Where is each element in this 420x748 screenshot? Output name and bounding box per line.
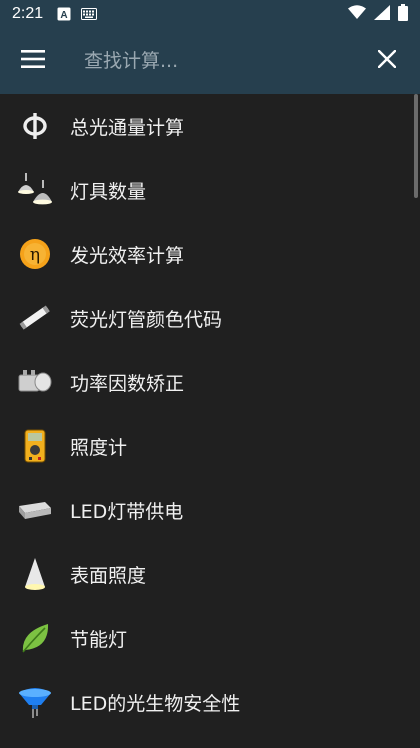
list-item-label: 发光效率计算 xyxy=(70,244,185,267)
status-bar: 2:21 A xyxy=(0,0,420,28)
close-icon xyxy=(377,49,397,72)
a-box-icon: A xyxy=(57,7,71,21)
list-item-label: LED的光生物安全性 xyxy=(70,692,241,715)
list-item-label: 总光通量计算 xyxy=(70,116,185,139)
phi-icon xyxy=(16,107,54,145)
list-item[interactable]: 功率因数矫正 xyxy=(0,350,420,414)
keyboard-icon xyxy=(81,8,98,20)
calculator-list: 总光通量计算 灯具数量 η 发光效率计算 荧光灯管颜色代码 功率因数矫正 照度计 xyxy=(0,94,420,748)
battery-icon xyxy=(398,3,408,25)
list-item[interactable]: 照度计 xyxy=(0,414,420,478)
light-cone-icon xyxy=(16,555,54,593)
list-item[interactable]: 总光通量计算 xyxy=(0,94,420,158)
list-item[interactable]: 荧光灯管颜色代码 xyxy=(0,286,420,350)
list-item-label: LED灯带供电 xyxy=(70,500,184,523)
list-item[interactable]: LED的光生物安全性 xyxy=(0,670,420,734)
lamp-icon xyxy=(16,171,54,209)
power-supply-icon xyxy=(16,491,54,529)
fluorescent-tube-icon xyxy=(16,299,54,337)
svg-text:A: A xyxy=(61,10,68,21)
lux-meter-icon xyxy=(16,427,54,465)
list-item-label: 照度计 xyxy=(70,436,128,459)
search-input[interactable] xyxy=(84,41,354,81)
list-item[interactable]: LED灯带供电 xyxy=(0,478,420,542)
search-toolbar xyxy=(0,28,420,94)
list-item[interactable]: 表面照度 xyxy=(0,542,420,606)
list-item-label: 灯具数量 xyxy=(70,180,147,203)
wifi-icon xyxy=(348,5,366,23)
efficiency-icon: η xyxy=(16,235,54,273)
list-item[interactable]: 节能灯 xyxy=(0,606,420,670)
status-time: 2:21 xyxy=(12,5,44,22)
list-item[interactable]: η 发光效率计算 xyxy=(0,222,420,286)
svg-text:η: η xyxy=(30,245,40,265)
list-item-label: 荧光灯管颜色代码 xyxy=(70,308,223,331)
leaf-icon xyxy=(16,619,54,657)
capacitor-icon xyxy=(16,363,54,401)
close-button[interactable] xyxy=(354,28,420,94)
menu-button[interactable] xyxy=(0,28,66,94)
list-item-label: 节能灯 xyxy=(70,628,128,651)
led-icon xyxy=(16,683,54,721)
list-item-label: 功率因数矫正 xyxy=(70,372,185,395)
scrollbar[interactable] xyxy=(414,94,418,198)
list-item[interactable]: 灯具数量 xyxy=(0,158,420,222)
list-item-label: 表面照度 xyxy=(70,564,147,587)
hamburger-icon xyxy=(21,50,45,72)
signal-icon xyxy=(374,4,390,24)
